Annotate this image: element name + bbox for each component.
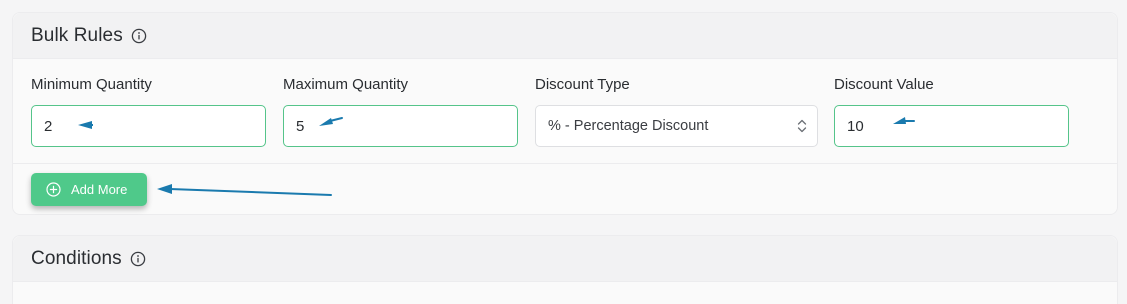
maximum-quantity-value: 5	[296, 117, 305, 135]
conditions-header: Conditions	[13, 236, 1117, 282]
sort-icon	[797, 118, 807, 134]
minimum-quantity-input[interactable]: 2	[31, 105, 266, 147]
info-icon[interactable]	[130, 251, 146, 267]
discount-type-value: % - Percentage Discount	[548, 118, 709, 134]
card-divider	[13, 163, 1117, 164]
add-more-button[interactable]: Add More	[31, 173, 147, 206]
plus-circle-icon	[46, 182, 61, 197]
discount-type-select[interactable]: % - Percentage Discount	[535, 105, 818, 147]
add-more-label: Add More	[71, 182, 128, 197]
bulk-rules-header: Bulk Rules	[13, 13, 1117, 59]
discount-value-field: Discount Value 10	[834, 75, 1069, 147]
discount-type-field: Discount Type % - Percentage Discount	[535, 75, 818, 147]
bulk-rules-fields: Minimum Quantity 2 Maximum Quantity 5 Di…	[31, 75, 1117, 163]
minimum-quantity-field: Minimum Quantity 2	[31, 75, 266, 147]
conditions-title: Conditions	[31, 247, 122, 269]
bulk-rules-title: Bulk Rules	[31, 24, 123, 46]
discount-value-input[interactable]: 10	[834, 105, 1069, 147]
minimum-quantity-value: 2	[44, 117, 53, 135]
discount-value-value: 10	[847, 117, 864, 135]
info-icon[interactable]	[131, 28, 147, 44]
bulk-rules-card: Bulk Rules Minimum Quantity 2 Maximum Qu…	[12, 12, 1118, 215]
maximum-quantity-field: Maximum Quantity 5	[283, 75, 518, 147]
maximum-quantity-label: Maximum Quantity	[283, 76, 409, 93]
discount-type-label: Discount Type	[535, 76, 630, 93]
discount-value-label: Discount Value	[834, 76, 934, 93]
minimum-quantity-label: Minimum Quantity	[31, 76, 152, 93]
conditions-card: Conditions	[12, 235, 1118, 304]
maximum-quantity-input[interactable]: 5	[283, 105, 518, 147]
